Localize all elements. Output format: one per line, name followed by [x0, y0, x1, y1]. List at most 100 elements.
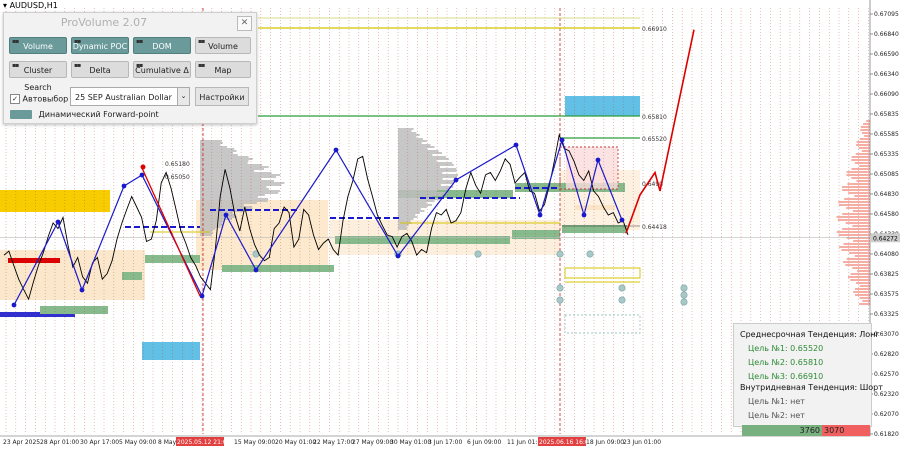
close-icon[interactable]: ✕: [237, 16, 252, 31]
level-dot-icon: [618, 296, 626, 304]
time-tick-label: 2025.06.16 16:00: [539, 439, 593, 446]
right-volume-bar: [864, 135, 870, 137]
time-tick-label: 15 May 09:00: [234, 439, 275, 446]
price-tick-label: 0.64580: [874, 211, 899, 218]
right-volume-bar: [843, 261, 870, 263]
dom-button[interactable]: ▪▪ DOM: [133, 37, 191, 54]
forward-point-row[interactable]: Динамический Forward-point: [10, 110, 159, 119]
volume-profile-bar: [200, 234, 212, 236]
zone-band: [122, 272, 142, 280]
price-tick-label: 0.67095: [874, 11, 899, 18]
auto-select-row[interactable]: ✓ Автовыбор: [10, 94, 68, 104]
volume-profile-bar: [398, 156, 446, 158]
zigzag-point: [595, 157, 601, 163]
buy-volume: 3760: [742, 425, 822, 436]
right-volume-bar: [836, 216, 870, 218]
zigzag-point: [55, 219, 61, 225]
right-volume-bar: [845, 264, 870, 266]
provolume-panel[interactable]: ProVolume 2.07 ✕ ▪▪Volume Profile ▪▪Dyna…: [3, 12, 257, 124]
volume-profile-button[interactable]: ▪▪Volume Profile: [9, 37, 67, 68]
cluster-search-button[interactable]: ▪▪ Cluster Search: [9, 61, 67, 92]
settings-button[interactable]: Настройки: [195, 87, 249, 106]
price-tick-label: 0.65085: [874, 171, 899, 178]
cyan-box: [564, 314, 641, 334]
volume-profile-bar: [200, 196, 258, 198]
volume-profile-bar: [398, 164, 454, 166]
volume-profile-bar: [398, 206, 427, 208]
chart-area[interactable]: 0.66910 0.65810 0.65520 0.64418 0.6490 0.6518…: [0, 0, 900, 449]
cumulative-delta-button[interactable]: ▪▪ Cumulative Δ: [133, 61, 191, 78]
right-volume-bar: [859, 297, 870, 299]
dynamic-poc-button[interactable]: ▪▪ Dynamic POC: [71, 37, 129, 54]
right-volume-bar: [856, 180, 870, 182]
volume-profile-bar: [398, 204, 433, 206]
grip-icon: ▪▪: [74, 62, 81, 69]
volume-profile-bar: [200, 152, 234, 154]
right-volume-bar: [851, 168, 870, 170]
volume-profile-bar: [398, 226, 407, 228]
volume-profile-bar: [200, 164, 263, 166]
intraday-trend: Внутридневная Тенденция: Шорт: [740, 383, 883, 392]
mid-target-1: Цель №1: 0.65520: [748, 344, 824, 353]
volume-profile-bar: [200, 200, 268, 202]
level-dot-icon: [556, 296, 564, 304]
grip-icon: ▪▪: [12, 62, 19, 69]
right-volume-bar: [853, 240, 870, 242]
swing-point: [140, 164, 146, 170]
zigzag-point: [121, 183, 127, 189]
volume-profile-bar: [200, 198, 269, 200]
price-tick-label: 0.62070: [874, 411, 899, 418]
zigzag-point: [537, 212, 543, 218]
volume-profile-bar: [200, 146, 227, 148]
time-tick-label: 23 Apr 2025: [3, 439, 40, 446]
price-tick-label: 0.66340: [874, 71, 899, 78]
delta-button[interactable]: ▪▪ Delta: [71, 61, 129, 78]
right-volume-bar: [852, 267, 870, 269]
volume-profile-bar: [200, 194, 265, 196]
right-volume-bar: [861, 150, 870, 152]
time-tick-label: 3 Jun 17:00: [428, 439, 462, 446]
grip-icon: ▪▪: [136, 38, 143, 45]
grip-icon: ▪▪: [12, 38, 19, 45]
volume-profile-bar: [200, 170, 255, 172]
right-volume-bar: [858, 147, 870, 149]
volume-profile-bar: [398, 192, 448, 194]
right-volume-bar: [838, 201, 870, 203]
zigzag-point: [199, 293, 205, 299]
right-volume-bar: [857, 270, 870, 272]
symbol-label: ▾ AUDUSD,H1: [3, 1, 58, 10]
price-tick-label: 0.66590: [874, 51, 899, 58]
zigzag-point: [333, 147, 339, 153]
volume-profile-bar: [398, 144, 431, 146]
volume-profile-bar: [398, 142, 422, 144]
volume-profile-bar: [200, 150, 237, 152]
instrument-select[interactable]: 25 SEP Australian Dollar ⌄: [70, 87, 190, 106]
zigzag-point: [559, 137, 565, 143]
zone-band: [40, 306, 108, 314]
volume-profile-bar: [398, 136, 417, 138]
right-volume-bar: [848, 276, 870, 278]
chevron-down-icon[interactable]: ⌄: [177, 88, 189, 105]
zigzag-point: [253, 267, 259, 273]
auto-select-checkbox[interactable]: ✓: [10, 94, 20, 104]
forward-point-toggle[interactable]: [10, 110, 32, 119]
volume-profile-bar: [398, 158, 449, 160]
price-tick-label: 0.65835: [874, 111, 899, 118]
price-axis-bg: [870, 0, 900, 449]
level-label: 0.65180: [165, 161, 190, 168]
price-tick-label: 0.63825: [874, 271, 899, 278]
right-volume-bar: [844, 198, 870, 200]
volume-profile-bar: [398, 182, 454, 184]
right-volume-bar: [859, 138, 870, 140]
volume-profile-bar: [200, 148, 235, 150]
right-volume-bar: [855, 153, 870, 155]
right-volume-bar: [841, 186, 870, 188]
level-label: 0.65520: [642, 136, 667, 143]
time-tick-label: 5 May 09:00: [119, 439, 157, 446]
map-button[interactable]: ▪▪ Map: [195, 61, 251, 78]
volume-button[interactable]: ▪▪ Volume: [195, 37, 251, 54]
right-volume-bar: [846, 207, 870, 209]
intraday-target-2: Цель №2: нет: [748, 411, 805, 420]
right-volume-bar: [853, 291, 870, 293]
volume-profile-bar: [200, 180, 274, 182]
